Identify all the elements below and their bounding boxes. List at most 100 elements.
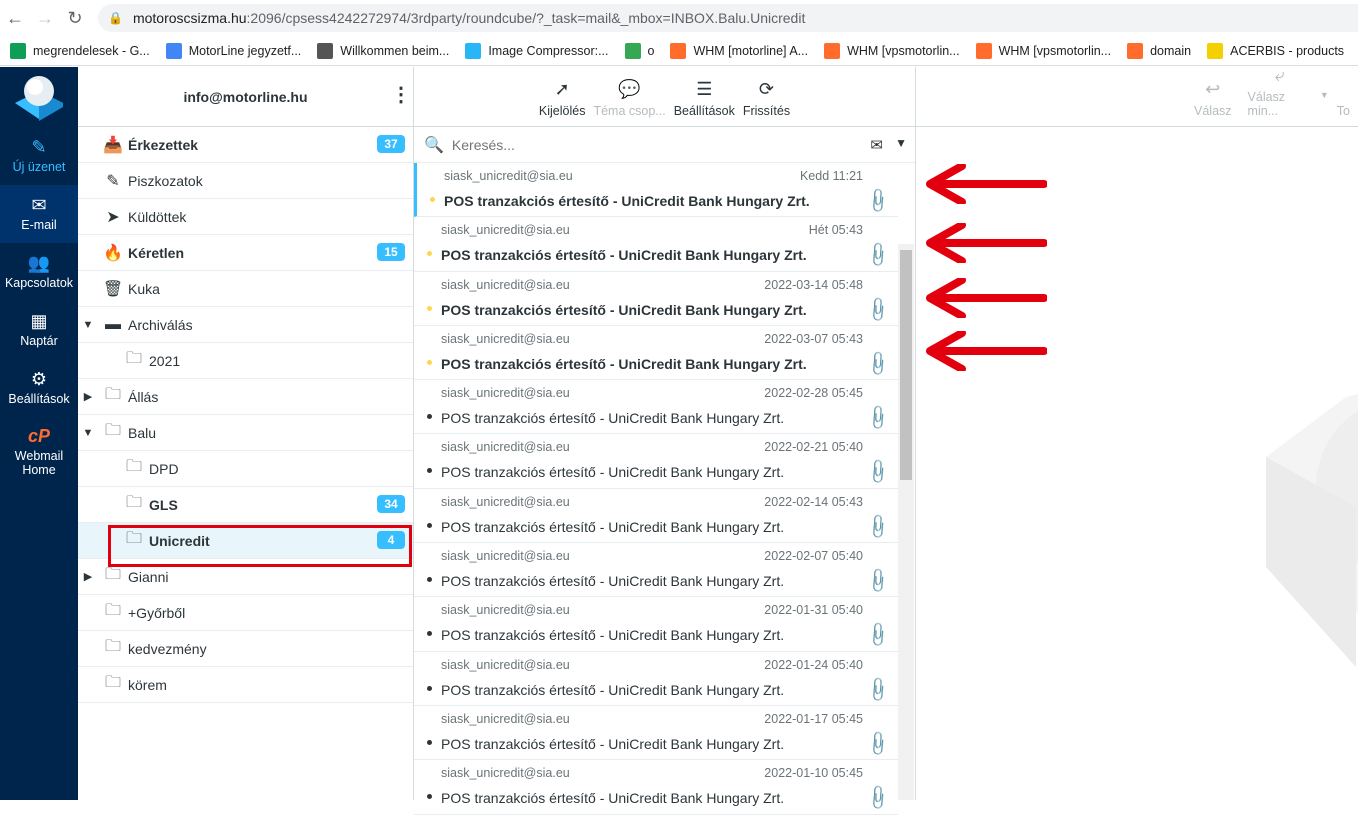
message-row[interactable]: siask_unicredit@sia.eu 2022-02-14 05:43 PO…	[414, 489, 898, 544]
reply-button[interactable]: ↩ Válasz	[1194, 78, 1232, 118]
read-dot-icon[interactable]	[427, 414, 432, 420]
folder-toggle-icon[interactable]: ▼	[78, 319, 98, 331]
users-icon: 👥	[27, 253, 51, 273]
unread-dot-icon[interactable]	[427, 305, 432, 311]
read-dot-icon[interactable]	[427, 631, 432, 637]
message-row[interactable]: siask_unicredit@sia.eu 2022-01-24 05:40 PO…	[414, 652, 898, 706]
folder-icon: 🗀	[104, 602, 121, 619]
bookmark-item[interactable]: WHM [vpsmotorlin...	[975, 42, 1111, 59]
reply-all-label: Válasz min...	[1247, 90, 1286, 118]
read-dot-icon[interactable]	[427, 522, 432, 528]
message-row[interactable]: siask_unicredit@sia.eu 2022-03-07 05:43 PO…	[414, 326, 898, 381]
search-input[interactable]	[451, 136, 832, 153]
unread-dot-icon[interactable]	[427, 251, 432, 257]
read-dot-icon[interactable]	[427, 468, 432, 474]
reply-all-button[interactable]: ⤶ Válasz min...	[1248, 67, 1312, 118]
folder-item[interactable]: 🗀 Unicredit 4	[78, 523, 413, 567]
folder-item[interactable]: ▼ ▬ Archiválás	[78, 307, 413, 343]
message-row[interactable]: siask_unicredit@sia.eu 2022-01-10 05:45 PO…	[414, 760, 898, 815]
message-row[interactable]: siask_unicredit@sia.eu 2022-02-28 05:45 PO…	[414, 380, 898, 435]
bookmark-item[interactable]: o	[624, 42, 655, 59]
folder-name: Gianni	[128, 568, 169, 585]
unread-dot-icon[interactable]	[430, 197, 435, 202]
threads-button[interactable]: 💬 Téma csop...	[593, 78, 665, 118]
bookmark-favicon-icon	[165, 42, 182, 59]
send-icon: ➤	[106, 208, 120, 226]
message-row[interactable]: siask_unicredit@sia.eu 2022-02-21 05:40 PO…	[414, 434, 898, 489]
calendar-button[interactable]: ▦ Naptár	[0, 301, 78, 359]
list-options-button[interactable]: ☰ Beállítások	[674, 78, 735, 118]
envelope-filter-icon[interactable]: ✉	[870, 136, 883, 154]
folder-item[interactable]: 📥 Érkezettek 37	[78, 127, 413, 163]
folder-item[interactable]: 🗀 2021	[78, 343, 413, 379]
folder-item[interactable]: 🗀 +Győrből	[78, 595, 413, 631]
contacts-button[interactable]: 👥 Kapcsolatok	[0, 243, 78, 301]
chevron-down-icon[interactable]: ▼	[895, 136, 907, 150]
message-row[interactable]: siask_unicredit@sia.eu Kedd 11:21 POS tran…	[414, 163, 898, 218]
message-row[interactable]: siask_unicredit@sia.eu 2022-02-07 05:40 PO…	[414, 543, 898, 598]
unread-dot-icon[interactable]	[427, 359, 432, 365]
folder-item[interactable]: 🗀 körem	[78, 667, 413, 703]
bookmark-item[interactable]: Image Compressor:...	[465, 42, 609, 59]
paperclip-icon: 📎	[863, 186, 892, 215]
bookmark-item[interactable]: MotorLine jegyzetf...	[165, 42, 301, 59]
folder-toggle-icon[interactable]: ▶	[78, 570, 98, 583]
kebab-menu-icon[interactable]: ⋮	[391, 85, 411, 105]
folder-icon: 🗀	[104, 386, 121, 403]
message-row[interactable]: siask_unicredit@sia.eu 2022-01-17 05:45 PO…	[414, 706, 898, 761]
folder-item[interactable]: 🗀 kedvezmény	[78, 631, 413, 667]
bookmark-label: o	[647, 43, 655, 58]
folder-toggle-icon[interactable]: ▼	[78, 427, 98, 439]
bookmark-item[interactable]: WHM [motorline] A...	[670, 42, 808, 59]
scrollbar-thumb[interactable]	[900, 250, 912, 480]
message-list-scrollbar[interactable]	[898, 244, 914, 800]
folder-item[interactable]: 🗀 GLS 34	[78, 487, 413, 523]
url-field[interactable]: 🔒 motoroscsizma.hu:2096/cpsess4242272974…	[98, 4, 1358, 32]
read-dot-icon[interactable]	[427, 794, 432, 800]
bookmark-item[interactable]: megrendelesek - G...	[10, 42, 150, 59]
folder-icon: 🗀	[104, 638, 121, 655]
bookmark-label: WHM [vpsmotorlin...	[847, 43, 960, 58]
forward-icon[interactable]: →	[30, 0, 60, 36]
message-date: 2022-02-21 05:40	[764, 440, 863, 455]
folder-item[interactable]: ▶ 🗀 Állás	[78, 379, 413, 415]
folder-item[interactable]: 🗑 Kuka	[78, 271, 413, 307]
mail-label: E-mail	[21, 218, 57, 232]
mail-button[interactable]: ✉ E-mail	[0, 185, 78, 243]
message-sender: siask_unicredit@sia.eu	[441, 440, 570, 455]
read-dot-icon[interactable]	[427, 685, 432, 691]
reply-dropdown-button[interactable]: ▼	[1320, 90, 1329, 100]
folder-item[interactable]: ▶ 🗀 Gianni	[78, 559, 413, 595]
forward-button[interactable]: To	[1337, 78, 1350, 118]
folder-name: Érkezettek	[128, 136, 199, 153]
select-button[interactable]: ➚ Kijelölés	[539, 78, 586, 118]
compose-button[interactable]: ✎ Új üzenet	[0, 127, 78, 185]
bookmark-item[interactable]: ACERBIS - products	[1207, 42, 1344, 59]
message-row[interactable]: siask_unicredit@sia.eu 2022-03-14 05:48 PO…	[414, 272, 898, 326]
refresh-button[interactable]: ⟳ Frissítés	[743, 78, 790, 118]
url-path: :2096/cpsess4242272974/3rdparty/roundcub…	[246, 10, 806, 26]
read-dot-icon[interactable]	[427, 577, 432, 583]
message-subject: POS tranzakciós értesítő - UniCredit Ban…	[441, 790, 785, 807]
bookmark-favicon-icon	[1207, 42, 1224, 59]
folder-toggle-icon[interactable]: ▶	[78, 390, 98, 403]
bookmark-item[interactable]: Willkommen beim...	[317, 42, 449, 59]
read-dot-icon[interactable]	[427, 739, 432, 745]
bookmark-item[interactable]: domain	[1127, 42, 1191, 59]
message-row[interactable]: siask_unicredit@sia.eu 2022-01-31 05:40 PO…	[414, 597, 898, 652]
calendar-icon: ▦	[30, 311, 48, 331]
folder-item[interactable]: ➤ Küldöttek	[78, 199, 413, 235]
folder-item[interactable]: ▼ 🗀 Balu	[78, 415, 413, 451]
message-date: Kedd 11:21	[799, 169, 863, 183]
bookmark-item[interactable]: WHM [vpsmotorlin...	[824, 42, 960, 59]
folder-item[interactable]: ✎ Piszkozatok	[78, 163, 413, 199]
back-icon[interactable]: ←	[0, 0, 30, 36]
webmail-home-button[interactable]: cP Webmail Home	[0, 417, 78, 487]
compose-label: Új üzenet	[12, 160, 66, 174]
folder-item[interactable]: 🗀 DPD	[78, 451, 413, 487]
bookmark-label: Image Compressor:...	[488, 43, 609, 58]
reload-icon[interactable]: ↻	[60, 0, 90, 36]
message-row[interactable]: siask_unicredit@sia.eu Hét 05:43 POS tranz…	[414, 217, 898, 272]
settings-button[interactable]: ⚙ Beállítások	[0, 359, 78, 417]
folder-item[interactable]: 🔥 Kéretlen 15	[78, 235, 413, 271]
